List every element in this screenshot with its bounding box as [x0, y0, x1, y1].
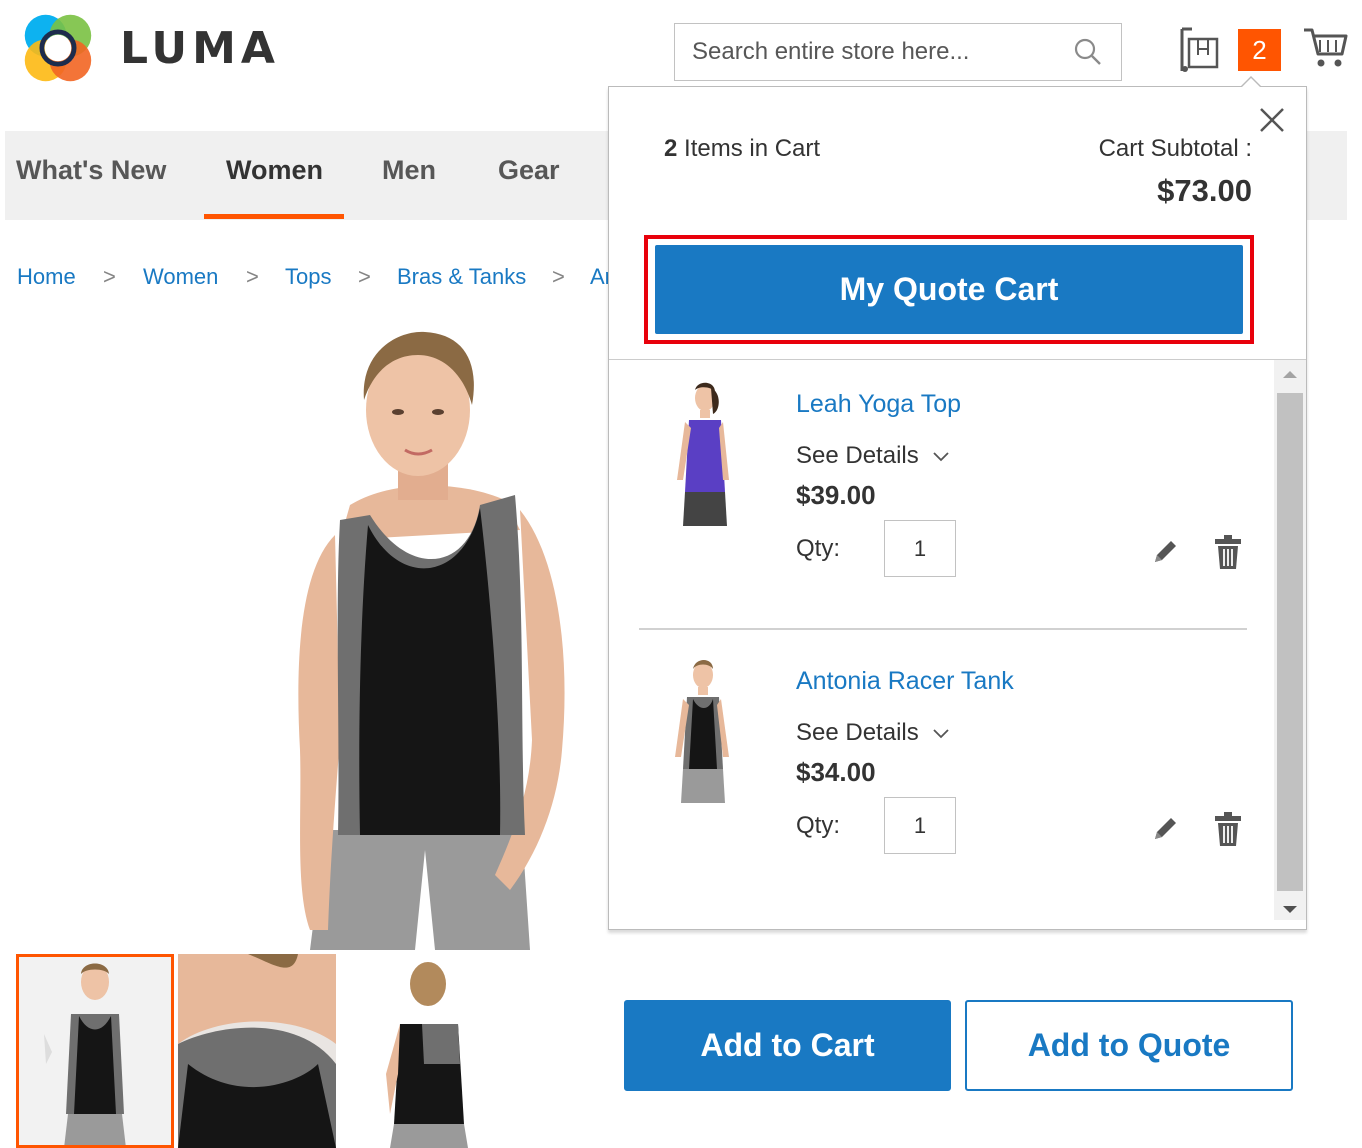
product-thumbnail[interactable]: [667, 657, 739, 803]
see-details-toggle[interactable]: See Details: [796, 442, 950, 470]
quote-cart-icon[interactable]: [1178, 25, 1222, 73]
see-details-toggle[interactable]: See Details: [796, 719, 950, 747]
nav-item-men[interactable]: Men: [382, 155, 436, 186]
breadcrumb-separator: >: [552, 264, 565, 289]
add-to-cart-button[interactable]: Add to Cart: [624, 1000, 951, 1091]
breadcrumb-tops[interactable]: Tops: [285, 264, 331, 290]
minicart-item: Leah Yoga Top See Details $39.00 Qty:: [639, 360, 1247, 630]
items-count-number: 2: [664, 135, 678, 162]
minicart-dropdown: 2 Items in Cart Cart Subtotal : $73.00 M…: [608, 86, 1307, 930]
luma-logo-icon: [24, 14, 92, 82]
breadcrumb-home[interactable]: Home: [17, 264, 76, 290]
qty-input[interactable]: [884, 520, 956, 577]
pencil-icon[interactable]: [1151, 538, 1179, 566]
search-input[interactable]: [675, 24, 1121, 80]
product-thumbnail[interactable]: [178, 954, 336, 1148]
product-thumbnail[interactable]: [340, 954, 498, 1148]
qty-input[interactable]: [884, 797, 956, 854]
chevron-down-icon: [933, 729, 950, 738]
product-thumbnail[interactable]: [16, 954, 174, 1148]
scroll-up-arrow[interactable]: [1283, 371, 1297, 378]
quote-count-badge[interactable]: 2: [1238, 29, 1281, 71]
items-count-label: Items in Cart: [684, 135, 821, 162]
luma-logo[interactable]: LUMA: [20, 8, 280, 88]
scroll-down-arrow[interactable]: [1283, 906, 1297, 913]
nav-item-women[interactable]: Women: [226, 155, 323, 186]
breadcrumb-women[interactable]: Women: [143, 264, 218, 290]
trash-icon[interactable]: [1213, 534, 1243, 570]
close-icon[interactable]: [1258, 106, 1286, 134]
minicart-scrollbar[interactable]: [1274, 360, 1306, 920]
item-divider: [639, 628, 1247, 630]
breadcrumb-bras-tanks[interactable]: Bras & Tanks: [397, 264, 526, 290]
search-box: [674, 23, 1122, 81]
see-details-label: See Details: [796, 719, 919, 746]
item-price: $34.00: [796, 757, 876, 787]
subtotal-value: $73.00: [1157, 173, 1252, 208]
minicart-item-list: Leah Yoga Top See Details $39.00 Qty: 1 …: [609, 360, 1274, 920]
logo-text: LUMA: [119, 22, 280, 74]
item-price: $39.00: [796, 480, 876, 510]
minicart-item: Antonia Racer Tank See Details $34.00 Qt…: [639, 637, 1247, 897]
search-icon[interactable]: [1073, 37, 1103, 67]
qty-label: Qty:: [796, 535, 841, 562]
product-thumbnail[interactable]: [667, 380, 739, 526]
cart-icon[interactable]: [1302, 26, 1348, 70]
scrollbar-thumb[interactable]: [1277, 393, 1303, 891]
pencil-icon[interactable]: [1151, 815, 1179, 843]
chevron-down-icon: [933, 452, 950, 461]
minicart-items-count: 2 Items in Cart: [664, 135, 820, 163]
item-name-link[interactable]: Leah Yoga Top: [796, 390, 961, 419]
subtotal-label: Cart Subtotal :: [1098, 135, 1252, 162]
trash-icon[interactable]: [1213, 811, 1243, 847]
nav-active-indicator: [204, 214, 344, 219]
breadcrumb-separator: >: [358, 264, 371, 289]
nav-item-gear[interactable]: Gear: [498, 155, 560, 186]
product-main-image[interactable]: [240, 330, 610, 950]
minicart-arrow-inner: [1241, 78, 1261, 88]
breadcrumb-separator: >: [103, 264, 116, 289]
item-name-link[interactable]: Antonia Racer Tank: [796, 667, 1014, 696]
see-details-label: See Details: [796, 442, 919, 469]
my-quote-cart-button[interactable]: My Quote Cart: [655, 245, 1243, 334]
add-to-quote-button[interactable]: Add to Quote: [965, 1000, 1293, 1091]
qty-label: Qty:: [796, 812, 841, 839]
breadcrumb-separator: >: [246, 264, 259, 289]
nav-item-whats-new[interactable]: What's New: [16, 155, 166, 186]
